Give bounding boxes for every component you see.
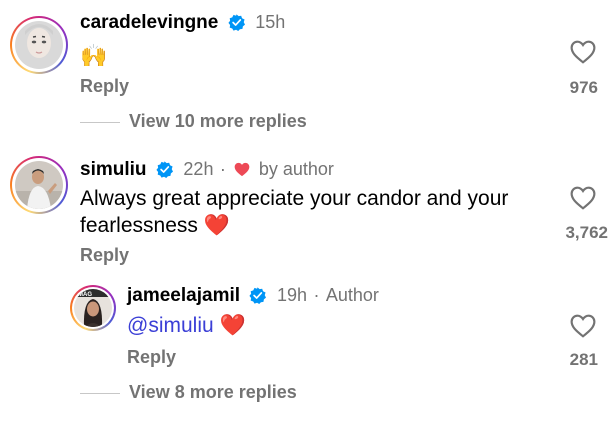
divider-line [80,393,120,394]
separator-dot: · [313,285,320,305]
view-more-replies-button[interactable]: View 10 more replies [129,111,307,132]
verified-badge-icon [156,161,173,183]
heart-emoji: ❤️ [203,214,230,237]
liked-by-author-label: by author [258,159,334,179]
avatar-image: MAG [74,289,112,327]
comment-time: 22h [183,159,214,179]
reply-button[interactable]: Reply [80,76,129,97]
heart-emoji: ❤️ [219,314,246,337]
heart-outline-icon[interactable] [570,186,596,215]
reply-text: @simuliu ❤️ [127,312,246,339]
reply-time: 19h [276,285,307,305]
verified-badge-icon [249,287,267,309]
heart-outline-icon[interactable] [570,40,596,69]
like-count[interactable]: 976 [540,78,598,98]
comment-username[interactable]: simuliu [80,159,147,180]
comment-text: Always great appreciate your candor and … [80,185,550,239]
mention-link[interactable]: @simuliu [127,314,214,337]
avatar-image [15,161,63,209]
avatar-image [15,21,63,69]
avatar[interactable]: MAG [70,285,116,331]
reply-button[interactable]: Reply [127,347,176,368]
svg-text:MAG: MAG [78,292,92,298]
heart-outline-icon[interactable] [570,314,596,343]
small-heart-icon [234,162,250,182]
reply-button[interactable]: Reply [80,245,129,266]
like-count[interactable]: 281 [540,350,598,370]
comment-username[interactable]: caradelevingne [80,12,218,33]
avatar[interactable] [10,156,68,214]
view-more-replies-button[interactable]: View 8 more replies [129,382,297,403]
author-badge: Author [325,285,379,305]
verified-badge-icon [228,14,245,36]
comment-body: Always great appreciate your candor and … [80,187,509,237]
like-count[interactable]: 3,762 [530,223,608,243]
comment-text: 🙌 [80,43,108,68]
reply-username[interactable]: jameelajamil [127,285,240,306]
divider-line [80,122,120,123]
separator-dot: · [219,159,226,179]
avatar[interactable] [10,16,68,74]
comment-time: 15h [255,12,286,32]
